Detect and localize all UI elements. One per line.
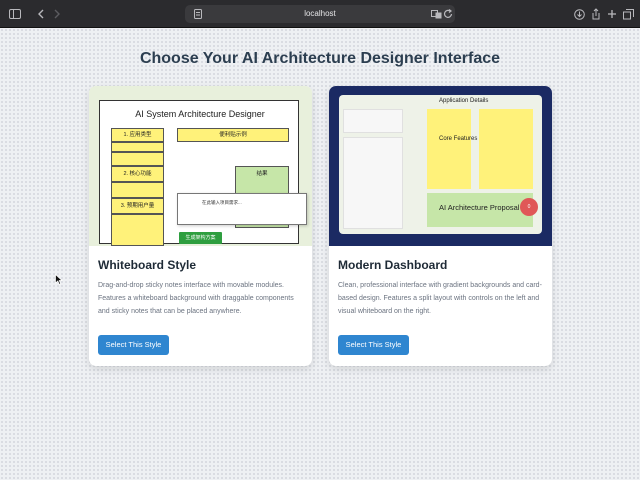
- dashboard-control-panel: [343, 109, 403, 133]
- reload-icon[interactable]: [441, 7, 455, 21]
- card-description: Clean, professional interface with gradi…: [338, 282, 542, 315]
- dashboard-control-panel: [343, 137, 403, 229]
- browser-toolbar: localhost: [0, 0, 640, 28]
- share-icon[interactable]: [589, 7, 603, 21]
- whiteboard-preview: AI System Architecture Designer 1. 应用类型 …: [89, 86, 312, 246]
- application-details-label: Application Details: [439, 98, 489, 104]
- whiteboard-style-card[interactable]: AI System Architecture Designer 1. 应用类型 …: [89, 86, 312, 366]
- dashboard-style-card[interactable]: Application Details Core Features AI Arc…: [329, 86, 552, 366]
- download-icon[interactable]: [572, 7, 586, 21]
- back-icon[interactable]: [34, 7, 48, 21]
- sticky-note-user-count: 3. 预期用户量: [111, 198, 164, 214]
- tab-overview-icon[interactable]: [621, 7, 635, 21]
- dashboard-sticky: [479, 109, 533, 189]
- forward-icon[interactable]: [50, 7, 64, 21]
- card-description: Drag-and-drop sticky notes interface wit…: [98, 282, 294, 315]
- generate-architecture-button: 生成架构方案: [179, 232, 222, 244]
- sticky-note-empty: [111, 214, 164, 246]
- dashboard-sticky-core-features: [427, 109, 471, 189]
- sidebar-toggle-icon[interactable]: [8, 7, 22, 21]
- address-bar[interactable]: localhost: [185, 5, 455, 23]
- url-text: localhost: [304, 9, 336, 18]
- sticky-note-core-features: 2. 核心功能: [111, 166, 164, 182]
- proposal-label: AI Architecture Proposal: [439, 203, 520, 212]
- dashboard-canvas: Application Details Core Features AI Arc…: [339, 95, 542, 234]
- new-tab-icon[interactable]: [605, 7, 619, 21]
- sticky-note-empty: [111, 152, 164, 166]
- notification-badge: 0: [520, 198, 538, 216]
- sticky-note-empty: [111, 182, 164, 198]
- sticky-note-app-type: 1. 应用类型: [111, 128, 164, 142]
- core-features-label: Core Features: [439, 136, 478, 142]
- select-whiteboard-style-button[interactable]: Select This Style: [98, 335, 169, 355]
- card-title: Whiteboard Style: [98, 258, 197, 272]
- page-title: Choose Your AI Architecture Designer Int…: [139, 50, 501, 67]
- whiteboard-heading: AI System Architecture Designer: [135, 109, 265, 119]
- select-dashboard-style-button[interactable]: Select This Style: [338, 335, 409, 355]
- card-title: Modern Dashboard: [338, 258, 448, 272]
- page-viewport: Choose Your AI Architecture Designer Int…: [0, 28, 640, 480]
- requirements-input: 在此输入项目需求...: [177, 193, 307, 225]
- sticky-note-empty: [111, 142, 164, 152]
- dashboard-preview: Application Details Core Features AI Arc…: [329, 86, 552, 246]
- sticky-note-example: 便利贴示例: [177, 128, 289, 142]
